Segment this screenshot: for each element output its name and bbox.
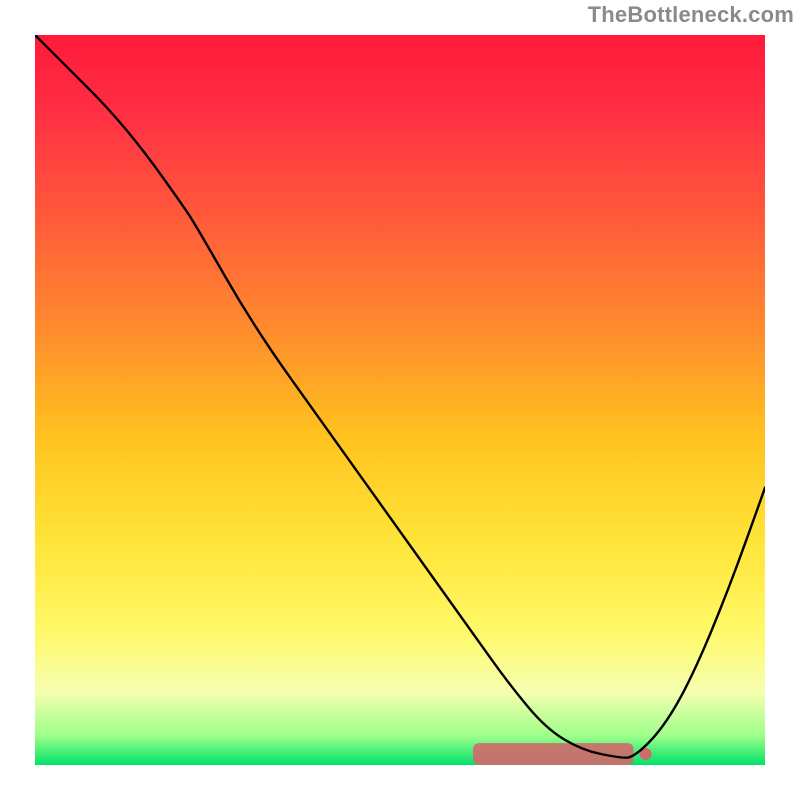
chart-accent [473,743,652,765]
chart-svg [35,35,765,765]
chart-background [35,35,765,765]
chart-frame: TheBottleneck.com [0,0,800,800]
attribution-watermark: TheBottleneck.com [588,2,794,28]
chart-plot-area [35,35,765,765]
